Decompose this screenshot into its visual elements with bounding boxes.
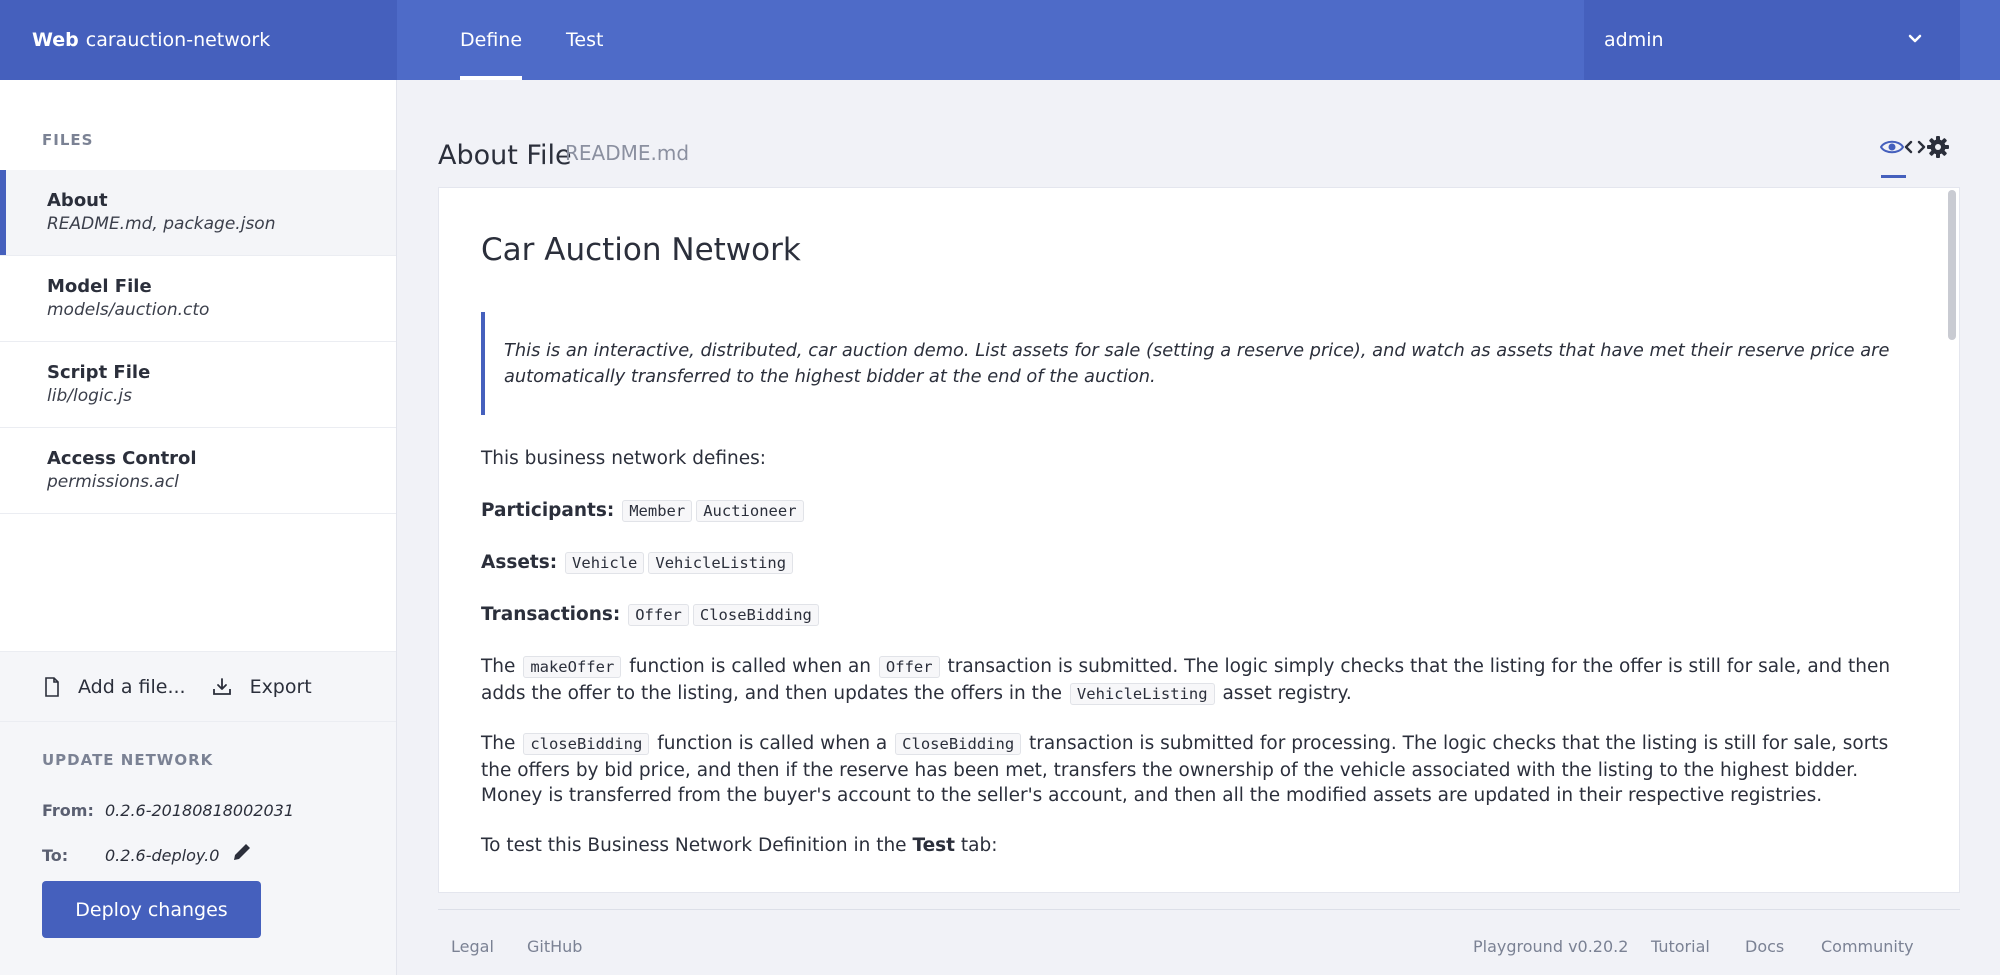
file-name: Model File [47,276,152,297]
from-version: 0.2.6-20180818002031 [105,801,294,820]
add-file-label: Add a file... [78,675,186,698]
footer-divider [438,909,1960,910]
export-button[interactable]: Export [212,676,312,698]
app-brand[interactable]: Web carauction-network [0,0,397,80]
code-icon[interactable] [1904,138,1926,156]
code-vehicle: Vehicle [565,552,645,574]
deploy-changes-button[interactable]: Deploy changes [42,881,261,938]
file-name: Script File [47,362,151,383]
assets-label: Assets: [481,552,558,573]
to-row: To: 0.2.6-deploy.0 [42,843,253,865]
view-toggle [1880,135,1950,159]
file-item-script[interactable]: Script File lib/logic.js [0,342,396,428]
code-closebidding-fn: closeBidding [523,733,650,755]
user-name: admin [1604,29,1664,51]
close-bidding-paragraph: The closeBidding function is called when… [481,731,1911,809]
top-bar: Web carauction-network Define Test admin [0,0,2000,80]
file-name: About [47,190,108,211]
text: asset registry. [1222,682,1352,704]
download-icon [212,677,231,695]
github-link[interactable]: GitHub [527,937,582,956]
file-icon [45,676,59,697]
doc-heading: Car Auction Network [481,232,801,268]
test-instructions-paragraph: To test this Business Network Definition… [481,833,1911,859]
tab-define[interactable]: Define [460,0,523,80]
footer-github: GitHub [527,937,582,956]
file-actions: Add a file... Export [0,651,396,721]
code-closebidding: CloseBidding [895,733,1022,755]
footer-docs: Docs [1745,937,1784,956]
file-path: README.md, package.json [47,214,276,234]
make-offer-paragraph: The makeOffer function is called when an… [481,654,1911,707]
footer-community: Community [1821,937,1914,956]
chevron-down-icon [1908,34,1922,43]
footer-legal: Legal [451,937,494,956]
file-list: About README.md, package.json Model File… [0,170,396,514]
participants-line: Participants: Member Auctioneer [481,498,1911,525]
file-item-about[interactable]: About README.md, package.json [0,170,396,256]
file-item-acl[interactable]: Access Control permissions.acl [0,428,396,514]
docs-link[interactable]: Docs [1745,937,1784,956]
code-makeoffer: makeOffer [523,656,622,678]
playground-version: Playground v0.20.2 [1473,937,1629,956]
from-row: From: 0.2.6-20180818002031 [42,801,294,820]
page-subtitle: README.md [565,141,690,165]
doc-intro: This business network defines: [481,448,766,469]
legal-link[interactable]: Legal [451,937,494,956]
brand-bold: Web [32,29,79,51]
transactions-line: Transactions: Offer CloseBidding [481,602,1911,629]
doc-blockquote: This is an interactive, distributed, car… [481,312,1911,415]
readme-preview[interactable]: Car Auction Network This is an interacti… [438,187,1960,893]
code-vehiclelisting: VehicleListing [648,552,794,574]
assets-line: Assets: Vehicle VehicleListing [481,550,1911,577]
code-vehiclelisting: VehicleListing [1069,682,1215,705]
test-tab-ref: Test [912,835,956,856]
gear-icon[interactable] [1926,135,1950,159]
to-label: To: [42,846,69,865]
tutorial-link[interactable]: Tutorial [1651,937,1710,956]
file-path: lib/logic.js [47,386,132,406]
code-closebidding: CloseBidding [692,604,819,626]
text: function is called when an [629,656,872,677]
code-member: Member [622,500,693,522]
tab-test[interactable]: Test [566,0,603,80]
from-label: From: [42,801,94,820]
footer-tutorial: Tutorial [1651,937,1710,956]
file-path: models/auction.cto [47,300,210,320]
text: function is called when a [657,733,888,754]
file-path: permissions.acl [47,472,179,492]
export-label: Export [249,675,312,698]
code-offer: Offer [878,656,940,678]
code-auctioneer: Auctioneer [696,500,804,522]
sidebar: FILES About README.md, package.json Mode… [0,80,397,975]
nav-tabs: Define Test [460,0,647,80]
view-tab-indicator [1881,175,1906,178]
network-name: carauction-network [85,29,271,51]
text: The [481,656,516,677]
community-link[interactable]: Community [1821,937,1914,956]
text: To test this Business Network Definition… [481,835,907,856]
edit-icon[interactable] [231,841,253,863]
scrollbar[interactable] [1948,190,1956,340]
file-name: Access Control [47,448,197,469]
transactions-label: Transactions: [481,604,621,625]
files-heading: FILES [42,131,94,149]
text: The [481,733,516,754]
update-heading: UPDATE NETWORK [42,751,214,769]
eye-icon[interactable] [1880,138,1904,156]
user-menu[interactable]: admin [1584,0,1960,80]
participants-label: Participants: [481,500,615,521]
code-offer: Offer [628,604,689,626]
file-item-model[interactable]: Model File models/auction.cto [0,256,396,342]
add-file-button[interactable]: Add a file... [44,676,186,698]
text: tab: [960,835,998,856]
page-title: About File [438,140,572,171]
to-version: 0.2.6-deploy.0 [105,846,220,865]
